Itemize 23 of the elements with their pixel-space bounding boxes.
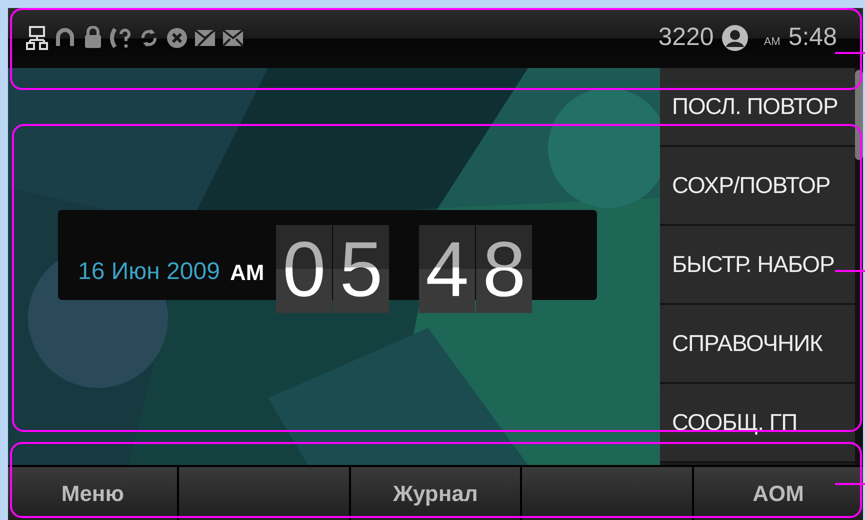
line-key[interactable]: СОХР/ПОВТОР xyxy=(660,147,855,226)
date-label: 16 Июн 2009 xyxy=(78,256,220,286)
line-key[interactable]: ПОСЛ. ПОВТОР xyxy=(660,68,855,147)
meridiem-label: AM xyxy=(764,34,780,50)
softkey-button[interactable]: Меню xyxy=(8,467,178,520)
extension-number: 3220 xyxy=(658,22,714,54)
leader-line xyxy=(835,52,865,54)
phone-question-icon xyxy=(110,26,132,50)
line-key[interactable]: СПРАВОЧНИК xyxy=(660,305,855,384)
leader-line xyxy=(835,483,865,485)
meridiem-label: AM xyxy=(230,258,264,286)
user-icon xyxy=(722,25,748,51)
status-time: 5:48 xyxy=(788,22,837,54)
blank-softkey[interactable] xyxy=(522,467,692,520)
network-icon xyxy=(26,26,48,50)
lock-icon xyxy=(82,26,104,50)
line-key[interactable]: БЫСТР. НАБОР xyxy=(660,226,855,305)
softkey-button[interactable]: AOM xyxy=(694,467,863,520)
line-key[interactable]: СООБЩ. ГП xyxy=(660,384,855,463)
softkey-button[interactable]: Журнал xyxy=(350,467,520,520)
leader-line xyxy=(835,270,865,272)
blank-softkey[interactable] xyxy=(179,467,349,520)
close-circle-icon xyxy=(166,26,188,50)
